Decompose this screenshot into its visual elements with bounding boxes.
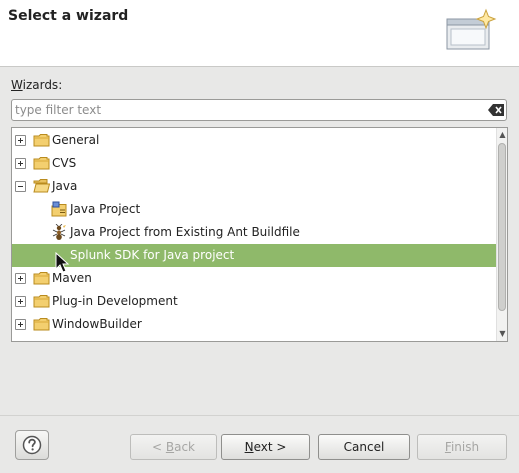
folder-open-icon (33, 179, 50, 193)
tree-item[interactable]: General (12, 129, 496, 152)
filter-input[interactable] (15, 101, 481, 119)
tree-item[interactable]: Splunk SDK for Java project (12, 244, 496, 267)
folder-icon (33, 295, 50, 308)
tree-scrollbar[interactable]: ▲ ▼ (496, 128, 507, 341)
tree-item-label: CVS (52, 156, 77, 170)
scroll-thumb[interactable] (498, 143, 506, 311)
help-button[interactable] (15, 430, 49, 460)
button-bar-divider (0, 415, 519, 416)
tree-item[interactable]: Java (12, 175, 496, 198)
wizard-tree[interactable]: General CVS Java Java Project Java Project f… (11, 127, 508, 342)
scroll-up-arrow-icon[interactable]: ▲ (498, 130, 507, 139)
tree-item[interactable]: Maven (12, 267, 496, 290)
help-icon (22, 435, 42, 455)
expand-icon[interactable] (15, 135, 26, 146)
wizards-label: Wizards: (11, 78, 63, 92)
expand-icon[interactable] (15, 296, 26, 307)
folder-icon (33, 157, 50, 170)
finish-button[interactable]: Finish (417, 434, 507, 460)
folder-icon (33, 272, 50, 285)
ant-icon (52, 224, 66, 240)
scroll-down-arrow-icon[interactable]: ▼ (498, 329, 507, 338)
page-title: Select a wizard (8, 8, 129, 24)
folder-icon (33, 134, 50, 147)
clear-filter-icon[interactable] (488, 104, 504, 116)
tree-item-label: General (52, 133, 100, 147)
wizard-banner-icon (446, 8, 497, 50)
java-project-icon (51, 201, 67, 217)
tree-item[interactable]: Java Project from Existing Ant Buildfile (12, 221, 496, 244)
tree-item[interactable]: Plug-in Development (12, 290, 496, 313)
back-button[interactable]: < Back (130, 434, 217, 460)
tree-item[interactable]: CVS (12, 152, 496, 175)
folder-icon (33, 318, 50, 331)
next-button[interactable]: Next > (221, 434, 310, 460)
tree-item-label: Java Project from Existing Ant Buildfile (70, 225, 300, 239)
collapse-icon[interactable] (15, 181, 26, 192)
expand-icon[interactable] (15, 158, 26, 169)
tree-item-label: Maven (52, 271, 92, 285)
expand-icon[interactable] (15, 319, 26, 330)
filter-field[interactable] (11, 99, 507, 121)
tree-item-label: Java Project (70, 202, 141, 216)
wizard-header: Select a wizard (0, 0, 519, 67)
tree-item[interactable]: WindowBuilder (12, 313, 496, 336)
cancel-button[interactable]: Cancel (318, 434, 410, 460)
tree-item-label: WindowBuilder (52, 317, 142, 331)
expand-icon[interactable] (15, 273, 26, 284)
tree-item-label: Java (52, 179, 78, 193)
tree-item-label: Plug-in Development (52, 294, 178, 308)
tree-item[interactable]: Java Project (12, 198, 496, 221)
tree-item-label: Splunk SDK for Java project (70, 248, 235, 262)
